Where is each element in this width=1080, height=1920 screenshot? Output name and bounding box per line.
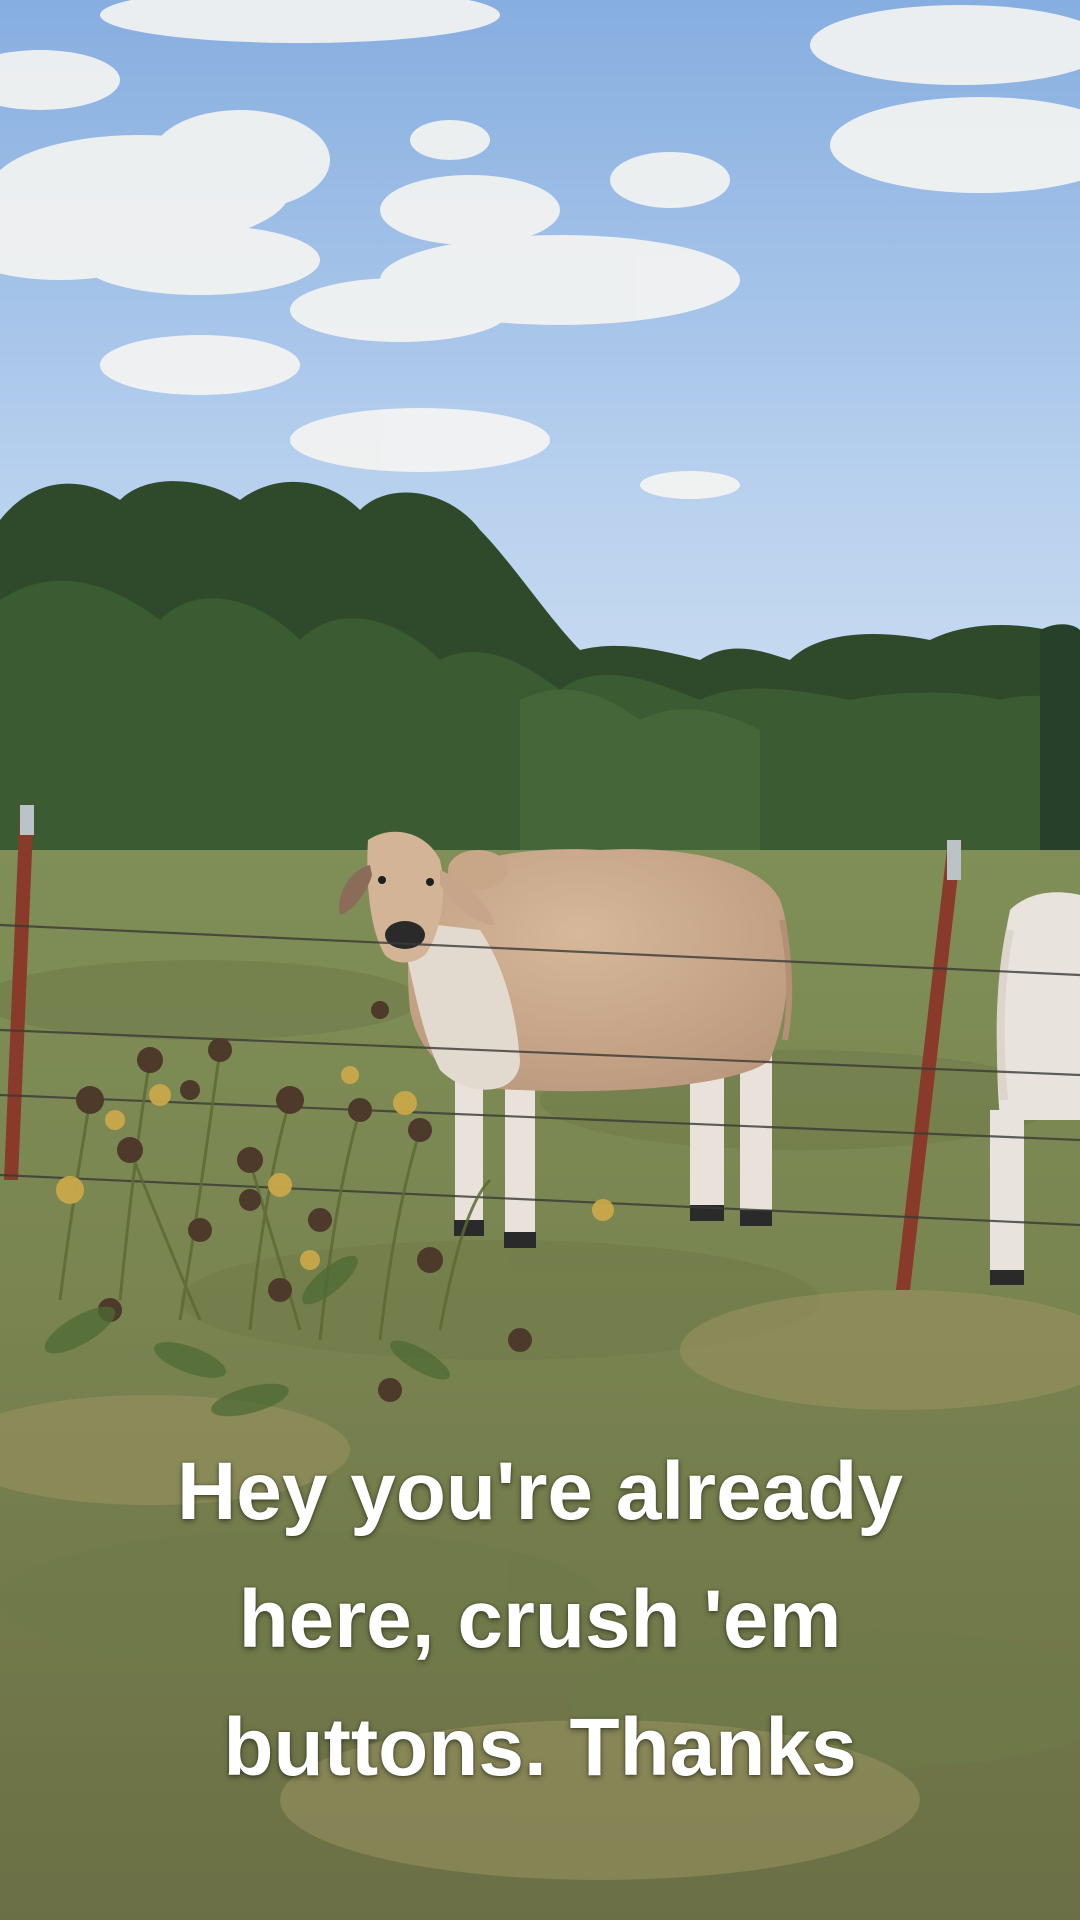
caption-line-2: here, crush 'em	[238, 1574, 842, 1665]
video-frame: Hey you're already here, crush 'em butto…	[0, 0, 1080, 1920]
caption-line-1: Hey you're already	[177, 1446, 903, 1537]
caption-line-3: buttons. Thanks	[223, 1702, 857, 1793]
video-caption: Hey you're already here, crush 'em butto…	[70, 1428, 1010, 1812]
